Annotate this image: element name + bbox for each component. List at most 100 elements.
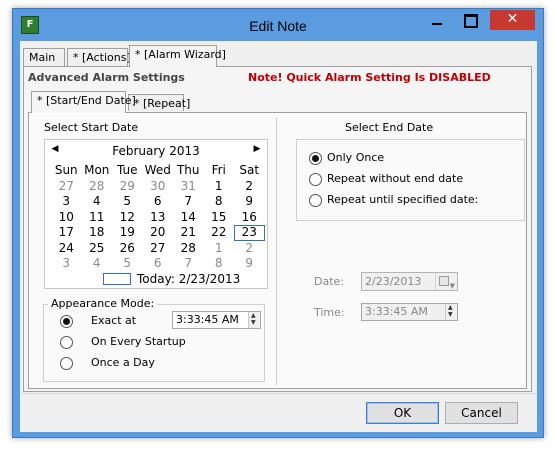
- section-title: Advanced Alarm Settings: [28, 71, 185, 84]
- end-date-label: Date:: [314, 275, 344, 288]
- calendar-day[interactable]: 5: [112, 194, 143, 210]
- calendar-day[interactable]: 8: [204, 194, 235, 210]
- calendar-day[interactable]: 15: [204, 210, 235, 226]
- calendar-day[interactable]: 4: [82, 256, 113, 272]
- radio-only-once[interactable]: [309, 152, 322, 165]
- ok-button[interactable]: OK: [366, 402, 439, 424]
- end-date-dropdown[interactable]: ▼: [435, 273, 457, 290]
- calendar-day[interactable]: 8: [204, 256, 235, 272]
- radio-repeat-no-end-label[interactable]: Repeat without end date: [327, 172, 463, 185]
- calendar-icon: [439, 276, 449, 286]
- spin-down-icon[interactable]: ▼: [251, 320, 256, 326]
- weekday-header-row: Sun Mon Tue Wed Thu Fri Sat: [51, 163, 265, 179]
- exact-time-field[interactable]: 3:33:45 AM ▲ ▼: [172, 311, 261, 329]
- calendar-day[interactable]: 7: [173, 194, 204, 210]
- calendar-day[interactable]: 24: [51, 241, 82, 257]
- calendar-day[interactable]: 9: [234, 194, 265, 210]
- calendar-day[interactable]: 7: [173, 256, 204, 272]
- radio-every-startup-label[interactable]: On Every Startup: [91, 335, 186, 348]
- weekday-header: Wed: [144, 163, 171, 177]
- calendar-day[interactable]: 27: [143, 241, 174, 257]
- calendar-day[interactable]: 17: [51, 225, 82, 241]
- start-end-date-panel: Select Start Date ◀ February 2013 ▶ Sun M…: [28, 112, 527, 389]
- radio-repeat-until-label[interactable]: Repeat until specified date:: [327, 193, 478, 206]
- calendar-day[interactable]: 2: [234, 241, 265, 257]
- calendar-day[interactable]: 27: [51, 179, 82, 195]
- maximize-button[interactable]: [464, 14, 478, 28]
- calendar-day[interactable]: 3: [51, 256, 82, 272]
- weekday-header: Sat: [239, 163, 260, 177]
- exact-time-value: 3:33:45 AM: [176, 313, 239, 326]
- calendar-day[interactable]: 18: [82, 225, 113, 241]
- calendar-day[interactable]: 9: [234, 256, 265, 272]
- cancel-button[interactable]: Cancel: [445, 402, 518, 424]
- next-month-icon[interactable]: ▶: [251, 144, 263, 154]
- calendar-day[interactable]: 3: [51, 194, 82, 210]
- calendar-day[interactable]: 20: [143, 225, 174, 241]
- today-label[interactable]: Today: 2/23/2013: [137, 272, 240, 286]
- calendar-day[interactable]: 23: [234, 225, 265, 241]
- radio-repeat-no-end[interactable]: [309, 173, 322, 186]
- radio-exact-at[interactable]: [60, 315, 73, 328]
- calendar-day[interactable]: 26: [112, 241, 143, 257]
- radio-exact-at-label[interactable]: Exact at: [91, 314, 136, 327]
- calendar-day[interactable]: 14: [173, 210, 204, 226]
- weekday-header: Mon: [84, 163, 110, 177]
- calendar-day[interactable]: 2: [234, 179, 265, 195]
- edit-note-window: F Edit Note ✕ Main * [Actions] * [Alarm …: [12, 8, 544, 438]
- close-button[interactable]: ✕: [490, 10, 535, 30]
- dialog-client: Main * [Actions] * [Alarm Wizard] Advanc…: [20, 41, 537, 432]
- radio-every-startup[interactable]: [60, 336, 73, 349]
- tab-main[interactable]: Main: [23, 48, 65, 67]
- appearance-mode-group: Appearance Mode: Exact at 3:33:45 AM ▲ ▼…: [43, 297, 265, 382]
- radio-only-once-label[interactable]: Only Once: [327, 151, 384, 164]
- calendar-day[interactable]: 6: [143, 256, 174, 272]
- radio-repeat-until[interactable]: [309, 194, 322, 207]
- calendar-day[interactable]: 25: [82, 241, 113, 257]
- minimize-button[interactable]: [431, 15, 445, 29]
- calendar-day[interactable]: 21: [173, 225, 204, 241]
- calendar-day[interactable]: 11: [82, 210, 113, 226]
- tab-alarm-wizard[interactable]: * [Alarm Wizard]: [129, 45, 226, 67]
- calendar-week-row: 24 25 26 27 28 1 2: [51, 241, 265, 257]
- dialog-footer: OK Cancel: [20, 393, 537, 432]
- calendar-day[interactable]: 22: [204, 225, 235, 241]
- calendar-month-title[interactable]: February 2013: [45, 144, 267, 158]
- vertical-separator: [276, 117, 277, 385]
- weekday-header: Fri: [211, 163, 226, 177]
- month-calendar[interactable]: ◀ February 2013 ▶ Sun Mon Tue Wed Thu Fri Sat 2…: [44, 139, 268, 289]
- calendar-day[interactable]: 28: [82, 179, 113, 195]
- today-marker: [103, 273, 131, 285]
- calendar-day[interactable]: 1: [204, 179, 235, 195]
- calendar-day[interactable]: 6: [143, 194, 174, 210]
- calendar-day[interactable]: 28: [173, 241, 204, 257]
- subtab-repeat[interactable]: * [Repeat]: [128, 94, 190, 111]
- end-date-value: 2/23/2013: [365, 275, 422, 288]
- calendar-day[interactable]: 19: [112, 225, 143, 241]
- title-bar[interactable]: F Edit Note ✕: [13, 9, 543, 41]
- calendar-day[interactable]: 10: [51, 210, 82, 226]
- calendar-day[interactable]: 30: [143, 179, 174, 195]
- spin-down-icon[interactable]: ▼: [448, 312, 453, 318]
- calendar-day[interactable]: 1: [204, 241, 235, 257]
- calendar-day[interactable]: 12: [112, 210, 143, 226]
- subtab-start-end-date[interactable]: * [Start/End Date]: [31, 91, 136, 113]
- calendar-day[interactable]: 31: [173, 179, 204, 195]
- exact-time-spinner[interactable]: ▲ ▼: [248, 312, 260, 328]
- end-time-spinner[interactable]: ▲ ▼: [445, 304, 457, 320]
- calendar-day[interactable]: 13: [143, 210, 174, 226]
- end-date-picker[interactable]: 2/23/2013 ▼: [361, 272, 458, 291]
- weekday-header: Sun: [54, 163, 78, 177]
- calendar-day[interactable]: 4: [82, 194, 113, 210]
- chevron-down-icon: ▼: [449, 282, 455, 290]
- radio-once-a-day[interactable]: [60, 357, 73, 370]
- select-end-date-label: Select End Date: [345, 121, 434, 134]
- calendar-day[interactable]: 16: [234, 210, 265, 226]
- calendar-day[interactable]: 5: [112, 256, 143, 272]
- tab-actions[interactable]: * [Actions]: [67, 48, 131, 67]
- weekday-header: Thu: [176, 163, 200, 177]
- radio-once-a-day-label[interactable]: Once a Day: [91, 356, 155, 369]
- weekday-header: Tue: [117, 163, 138, 177]
- calendar-day[interactable]: 29: [112, 179, 143, 195]
- end-time-field[interactable]: 3:33:45 AM ▲ ▼: [361, 303, 458, 321]
